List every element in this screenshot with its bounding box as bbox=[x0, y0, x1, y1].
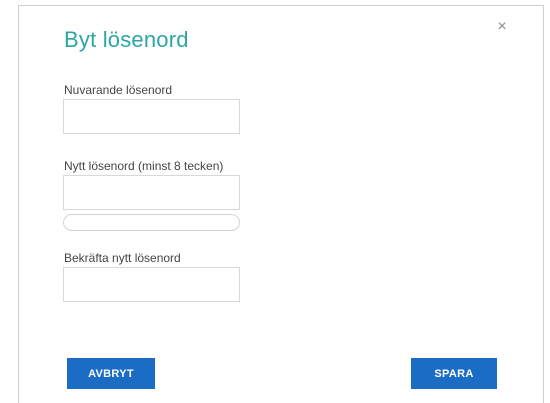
current-password-label: Nuvarande lösenord bbox=[64, 83, 173, 97]
confirm-password-label: Bekräfta nytt lösenord bbox=[64, 251, 181, 265]
password-strength-meter bbox=[63, 214, 240, 231]
current-password-field[interactable] bbox=[63, 99, 240, 134]
close-icon[interactable]: × bbox=[494, 18, 510, 36]
dialog-title: Byt lösenord bbox=[64, 27, 189, 52]
cancel-button[interactable]: AVBRYT bbox=[67, 358, 155, 389]
confirm-password-field[interactable] bbox=[63, 267, 240, 302]
new-password-field[interactable] bbox=[63, 175, 240, 210]
new-password-label: Nytt lösenord (minst 8 tecken) bbox=[64, 159, 224, 173]
save-button[interactable]: SPARA bbox=[411, 358, 497, 389]
change-password-dialog: Byt lösenord × Nuvarande lösenord Nytt l… bbox=[18, 5, 544, 403]
